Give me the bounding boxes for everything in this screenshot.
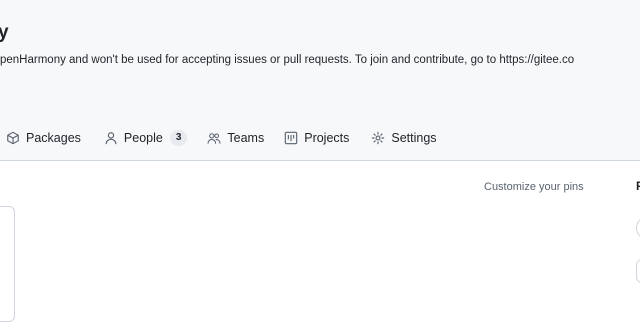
person-icon: [104, 131, 118, 145]
tab-packages[interactable]: Packages: [6, 131, 81, 145]
people-icon: [207, 131, 221, 145]
org-description: penHarmony and won't be used for accepti…: [0, 54, 575, 66]
table-icon: [284, 131, 298, 145]
gear-icon: [371, 131, 385, 145]
sidebar-heading: P: [636, 179, 640, 193]
tab-settings-label: Settings: [391, 131, 437, 145]
sidebar-button[interactable]: [636, 216, 640, 240]
customize-pins-link[interactable]: Customize your pins: [484, 181, 584, 193]
tab-people-label: People: [123, 131, 163, 145]
package-icon: [6, 131, 20, 145]
tab-projects[interactable]: Projects: [284, 131, 349, 145]
tab-teams[interactable]: Teams: [207, 131, 264, 145]
people-count-badge: 3: [169, 130, 188, 146]
tab-packages-label: Packages: [26, 131, 81, 145]
tab-people[interactable]: People 3: [104, 130, 188, 146]
org-nav: Packages People 3 Teams Projects Setting…: [0, 124, 437, 152]
tab-projects-label: Projects: [304, 131, 350, 145]
sidebar-input[interactable]: [636, 259, 640, 283]
pinned-repo-card[interactable]: [0, 206, 15, 322]
tab-teams-label: Teams: [227, 131, 265, 145]
tab-settings[interactable]: Settings: [371, 131, 437, 145]
org-header: y penHarmony and won't be used for accep…: [0, 0, 640, 161]
org-title: y: [0, 22, 9, 43]
